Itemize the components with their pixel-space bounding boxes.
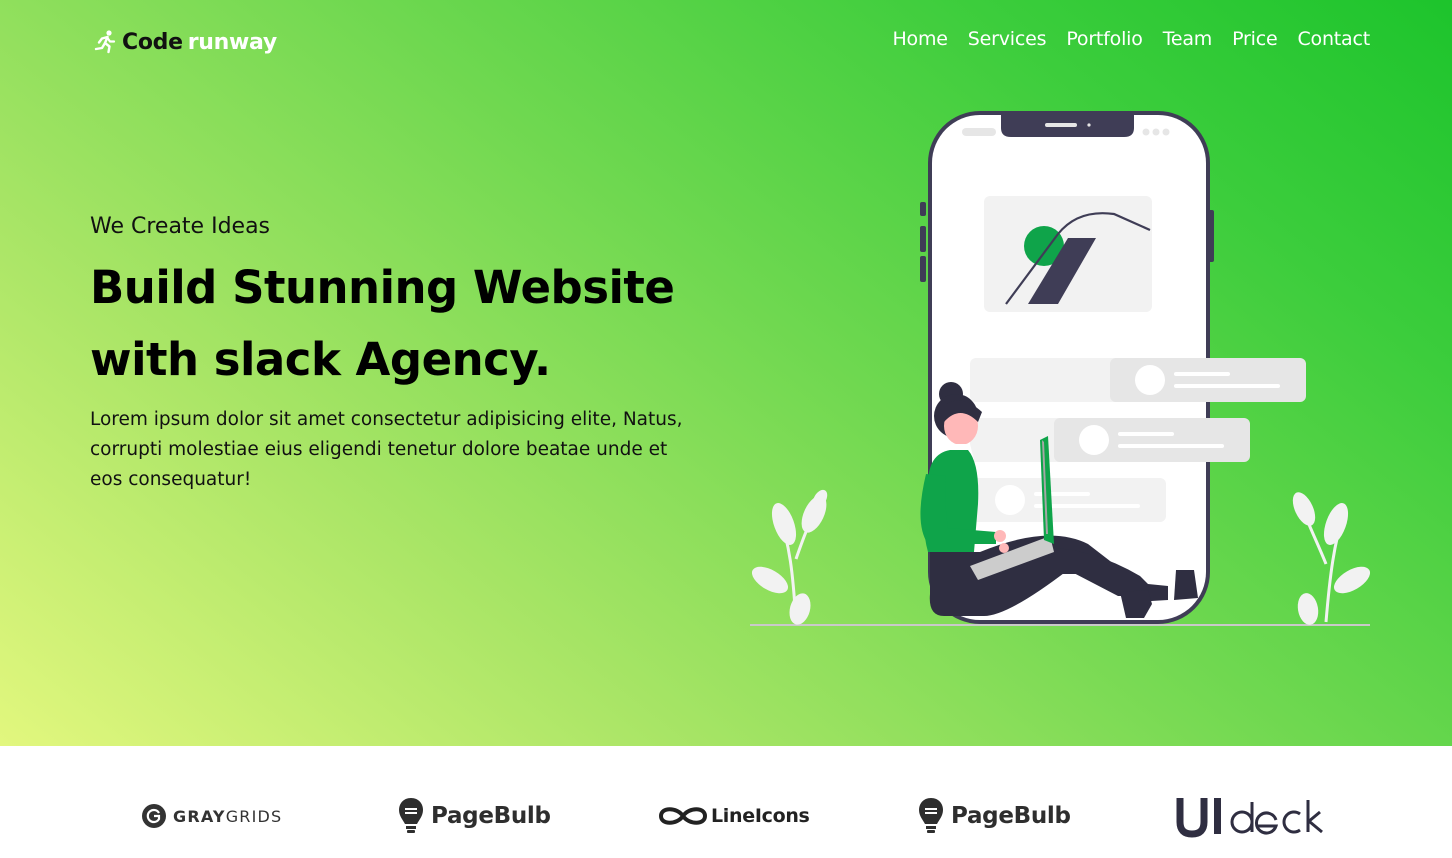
hero-headline: Build Stunning Website with slack Agency… [90,252,730,396]
nav-portfolio[interactable]: Portfolio [1066,28,1143,50]
nav-contact[interactable]: Contact [1297,28,1370,50]
image-placeholder-icon [984,196,1152,312]
main-nav: Home Services Portfolio Team Price Conta… [892,28,1370,50]
brand-lineicons-label: LineIcons [711,805,810,827]
brand-pagebulb-2-label: PageBulb [951,803,1071,829]
hero-headline-line2: with slack Agency. [90,333,551,386]
logo[interactable]: Code runway [92,27,277,57]
hero-eyebrow: We Create Ideas [90,214,271,239]
brand-uideck[interactable] [1176,790,1324,842]
nav-price[interactable]: Price [1232,28,1278,50]
infinity-icon [658,807,708,825]
uideck-logo [1176,798,1323,838]
brand-pagebulb-2[interactable]: PageBulb [917,790,1071,842]
brand-lineicons[interactable]: LineIcons [657,790,810,842]
nav-home[interactable]: Home [892,28,948,50]
nav-team[interactable]: Team [1163,28,1213,50]
nav-services[interactable]: Services [968,28,1047,50]
brand-pagebulb-label: PageBulb [431,803,551,829]
hero-description: Lorem ipsum dolor sit amet consectetur a… [90,409,683,490]
chat-card-icon [970,358,1306,402]
brand-graygrids-label: GRAYGRIDS [173,806,283,826]
hero-headline-line1: Build Stunning Website [90,261,675,314]
hero-illustration [750,111,1371,626]
chat-card-icon [970,478,1166,522]
brand-pagebulb[interactable]: PageBulb [397,790,551,842]
logo-word-code: Code [122,29,183,55]
hero-section: Code runway Home Services Portfolio Team… [0,0,1452,746]
lightbulb-icon [399,798,423,833]
left-plant-icon [751,489,828,625]
logo-word-runway: runway [187,29,278,55]
graygrids-logo-icon [142,804,166,828]
chat-card-icon [970,418,1250,462]
brand-graygrids[interactable]: GRAYGRIDS [141,790,282,842]
running-person-icon [94,30,116,54]
right-plant-icon [1292,492,1371,625]
lightbulb-icon [919,798,943,833]
